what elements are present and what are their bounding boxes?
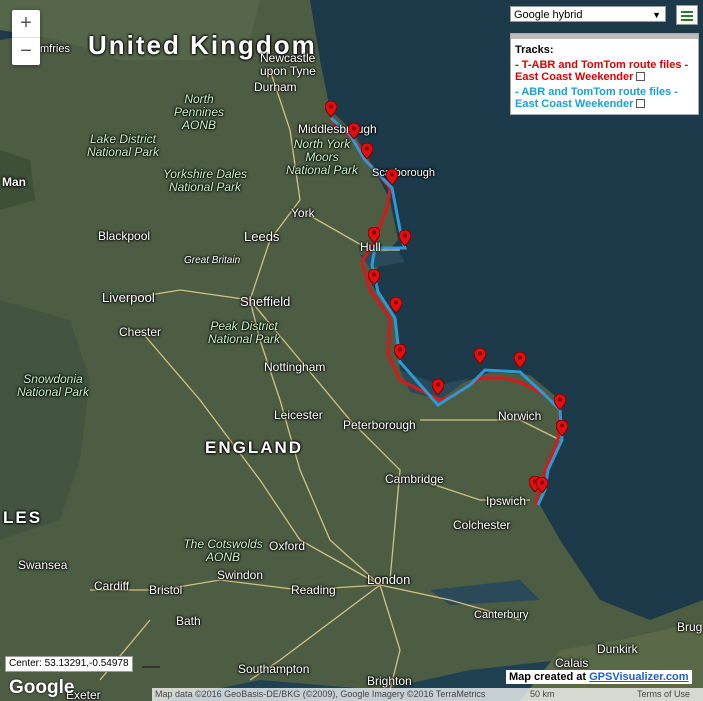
label-durham: Durham [254,80,297,94]
waypoint-pin-icon[interactable] [389,296,403,314]
label-brighton: Brighton [367,674,412,688]
scale-bar: 50 km [530,689,555,699]
label-oxford: Oxford [269,539,306,553]
label-cambridge: Cambridge [385,472,444,486]
waypoint-pin-icon[interactable] [393,343,407,361]
terms-link[interactable]: Terms of Use [637,688,690,701]
label-wales-fragment: LES [3,508,43,527]
tracks-title: Tracks: [515,44,554,56]
google-logo: Google [9,677,75,698]
label-newcastle: Newcastle upon Tyne [260,51,316,78]
external-link-icon[interactable] [636,72,646,81]
label-chester: Chester [119,325,162,339]
label-bristol: Bristol [149,583,183,597]
label-north-pennines: North Pennines AONB [173,92,225,132]
label-ipswich: Ipswich [486,494,527,508]
menu-button[interactable] [676,5,698,25]
waypoint-pin-icon[interactable] [553,393,567,411]
label-north-york-moors: North York Moors National Park [285,137,359,177]
label-dunkirk: Dunkirk [597,642,638,656]
label-swindon: Swindon [217,568,264,582]
waypoint-pin-icon[interactable] [555,419,569,437]
map-type-value: Google hybrid [514,9,583,21]
label-england: ENGLAND [205,438,304,457]
track-item-blue[interactable]: - ABR and TomTom route files - East Coas… [515,86,694,110]
waypoint-pin-icon[interactable] [385,168,399,186]
track-item-red-label: T-ABR and TomTom route files - East Coas… [515,59,689,83]
waypoint-pin-icon[interactable] [535,476,549,494]
waypoint-pin-icon[interactable] [367,226,381,244]
center-coordinates: Center: 53.13291,-0.54978 [5,656,133,672]
zoom-in-button[interactable]: + [12,10,40,37]
label-scarborough: Scarborough [372,167,435,179]
ruler-icon[interactable] [142,656,160,668]
zoom-out-button[interactable]: − [12,37,40,65]
created-at-credit: Map created at GPSVisualizer.com [506,670,692,684]
label-man: Man [2,175,26,189]
label-great-britain: Great Britain [184,255,241,266]
label-colchester: Colchester [453,518,511,532]
label-cotswolds: The Cotswolds AONB [183,537,263,564]
tracks-panel: Tracks: - T-ABR and TomTom route files -… [510,33,699,115]
label-leicester: Leicester [274,408,323,422]
tracks-panel-handle[interactable] [511,34,698,39]
map-canvas[interactable]: United Kingdom ENGLAND LES Man Newcastle… [0,0,703,701]
label-brug: Brug [677,620,703,634]
map-type-select[interactable]: Google hybrid ▼ [510,6,666,22]
track-item-blue-label: ABR and TomTom route files - East Coast … [515,86,678,110]
track-item-red[interactable]: - T-ABR and TomTom route files - East Co… [515,59,694,83]
label-leeds: Leeds [244,229,280,244]
label-reading: Reading [291,583,336,597]
label-peterborough: Peterborough [343,418,416,432]
waypoint-pin-icon[interactable] [324,100,338,118]
label-united-kingdom: United Kingdom [88,30,317,60]
waypoint-pin-icon[interactable] [513,351,527,369]
label-swansea: Swansea [18,558,68,572]
map-attribution: Map data ©2016 GeoBasis-DE/BKG (©2009), … [152,688,703,701]
label-middlesbrough: Middlesbrough [298,122,377,136]
label-london: London [367,572,411,587]
label-canterbury: Canterbury [474,609,529,621]
label-snowdonia: Snowdonia National Park [16,372,90,399]
chevron-down-icon: ▼ [652,10,661,20]
label-nottingham: Nottingham [264,360,326,374]
label-southampton: Southampton [238,662,310,676]
label-liverpool: Liverpool [102,290,155,305]
created-prefix: Map created at [509,671,587,683]
label-bath: Bath [176,614,201,628]
label-yorkshire-dales: Yorkshire Dales National Park [162,167,248,194]
waypoint-pin-icon[interactable] [347,122,361,140]
zoom-control: + − [12,10,40,65]
label-york: York [291,206,315,220]
label-norwich: Norwich [498,409,542,423]
label-sheffield: Sheffield [240,294,291,309]
waypoint-pin-icon[interactable] [398,229,412,247]
label-peak-district: Peak District National Park [207,319,281,346]
waypoint-pin-icon[interactable] [360,142,374,160]
external-link-icon[interactable] [636,99,646,108]
label-lake-district: Lake District National Park [86,132,160,159]
waypoint-pin-icon[interactable] [367,268,381,286]
hamburger-icon [681,11,693,13]
waypoint-pin-icon[interactable] [473,347,487,365]
label-cardiff: Cardiff [94,579,130,593]
label-blackpool: Blackpool [98,229,151,243]
label-dumfries: mfries [40,43,70,55]
waypoint-pin-icon[interactable] [431,378,445,396]
label-calais: Calais [555,656,589,670]
gpsvisualizer-link[interactable]: GPSVisualizer.com [589,671,688,683]
